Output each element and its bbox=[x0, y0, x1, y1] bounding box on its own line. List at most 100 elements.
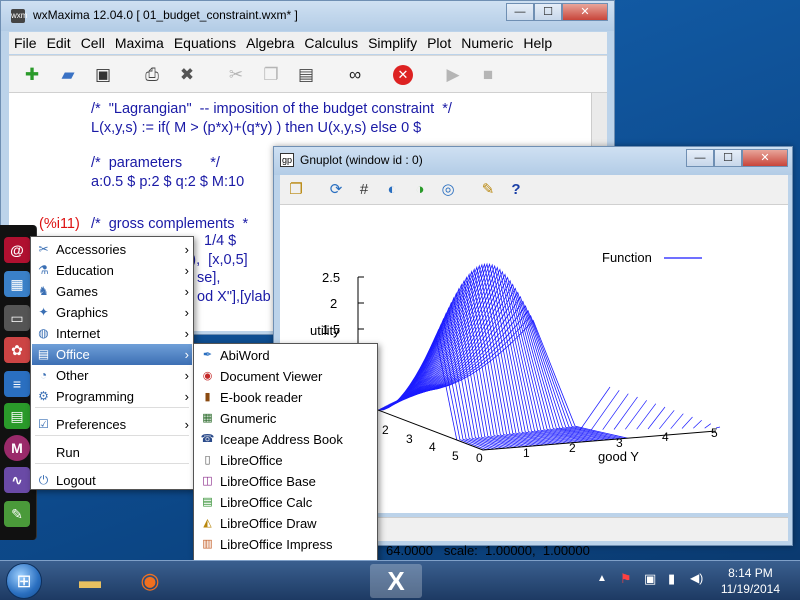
paste-icon[interactable]: ▤ bbox=[295, 64, 317, 86]
save-icon[interactable]: ▣ bbox=[92, 64, 114, 86]
submenu-item[interactable]: ▤ LibreOffice Calc bbox=[195, 492, 377, 513]
grid-icon[interactable]: # bbox=[354, 180, 374, 200]
menu-cell[interactable]: Cell bbox=[76, 32, 110, 54]
settings-tools-icon[interactable]: ✖ bbox=[176, 64, 198, 86]
menu-simplify[interactable]: Simplify bbox=[363, 32, 422, 54]
submenu-arrow-icon: › bbox=[184, 305, 189, 320]
autoscale-icon[interactable]: ◎ bbox=[438, 180, 458, 200]
menu-item-accessories[interactable]: ✂ Accessories › bbox=[32, 239, 192, 260]
monitor-icon[interactable]: ▭ bbox=[4, 305, 30, 331]
submenu-item[interactable]: ☎ Iceape Address Book bbox=[195, 429, 377, 450]
submenu-arrow-icon: › bbox=[184, 242, 189, 257]
menu-equations[interactable]: Equations bbox=[169, 32, 241, 54]
menu-item-run[interactable]: Run bbox=[32, 442, 192, 463]
menu-help[interactable]: Help bbox=[518, 32, 557, 54]
package-icon[interactable]: ✿ bbox=[4, 337, 30, 363]
x-server-icon[interactable]: X bbox=[370, 564, 422, 598]
minimize-button[interactable]: — bbox=[506, 3, 534, 21]
copy-icon[interactable]: ❐ bbox=[260, 64, 282, 86]
menu-numeric[interactable]: Numeric bbox=[456, 32, 518, 54]
print-icon[interactable]: ⎙ bbox=[141, 64, 163, 86]
wxmaxima-toolbar: ✚ ▰ ▣ ⎙ ✖ ✂ ❐ ▤ ∞ ✕ ▶ ■ bbox=[9, 55, 607, 93]
windows-start-orb-icon[interactable]: ⊞ bbox=[6, 563, 42, 599]
menu-calculus[interactable]: Calculus bbox=[299, 32, 363, 54]
maxima-icon[interactable]: M bbox=[4, 435, 30, 461]
submenu-item-label: AbiWord bbox=[220, 348, 270, 363]
gnuplot-titlebar[interactable]: gp Gnuplot (window id : 0) — ☐ ✕ bbox=[274, 147, 792, 175]
office-submenu: ✒ AbiWord ◉ Document Viewer ▮ E-book reader ▦ G… bbox=[193, 343, 378, 595]
menu-item-programming[interactable]: ⚙ Programming › bbox=[32, 386, 192, 407]
volume-icon[interactable]: ◀) bbox=[690, 571, 703, 585]
submenu-item[interactable]: ✒ AbiWord bbox=[195, 345, 377, 366]
stop-animation-icon[interactable]: ■ bbox=[477, 64, 499, 86]
menu-maxima[interactable]: Maxima bbox=[110, 32, 169, 54]
menu-item-internet[interactable]: ◍ Internet › bbox=[32, 323, 192, 344]
help-icon[interactable]: ? bbox=[506, 180, 526, 200]
close-button[interactable]: ✕ bbox=[742, 149, 788, 167]
zoom-previous-icon[interactable]: ◐ bbox=[382, 180, 402, 200]
menu-plot[interactable]: Plot bbox=[422, 32, 456, 54]
submenu-item[interactable]: ◭ LibreOffice Draw bbox=[195, 513, 377, 534]
debian-swirl-icon[interactable]: @ bbox=[4, 237, 30, 263]
action-center-flag-icon[interactable]: ⚑ bbox=[620, 571, 632, 587]
play-icon[interactable]: ▶ bbox=[442, 64, 464, 86]
libreoffice-icon: ▯ bbox=[204, 454, 211, 466]
submenu-arrow-icon: › bbox=[184, 389, 189, 404]
x-tick-label: 4 bbox=[429, 440, 436, 454]
office-icon: ▤ bbox=[37, 347, 50, 361]
wxmaxima-titlebar[interactable]: wxm wxMaxima 12.04.0 [ 01_budget_constra… bbox=[1, 1, 614, 31]
interrupt-stop-icon[interactable]: ✕ bbox=[393, 65, 413, 85]
submenu-item[interactable]: ◉ Document Viewer bbox=[195, 366, 377, 387]
accessories-icon: ✂ bbox=[38, 242, 49, 256]
menu-item-graphics[interactable]: ✦ Graphics › bbox=[32, 302, 192, 323]
replot-icon[interactable]: ⟳ bbox=[326, 180, 346, 200]
network-signal-icon[interactable]: ▮ bbox=[668, 571, 675, 587]
maximize-button[interactable]: ☐ bbox=[714, 149, 742, 167]
gnuplot-toolbar: ❐ ⟳ # ◐ ◑ ◎ ✎ ? bbox=[280, 175, 788, 205]
menu-edit[interactable]: Edit bbox=[42, 32, 76, 54]
show-hidden-icons-arrow[interactable]: ▲ bbox=[597, 573, 607, 584]
find-binoculars-icon[interactable]: ∞ bbox=[344, 64, 366, 86]
spreadsheet-icon[interactable]: ▤ bbox=[4, 403, 30, 429]
emacs-icon[interactable]: ∿ bbox=[4, 467, 30, 493]
menu-item-logout[interactable]: ⏻ Logout bbox=[32, 470, 192, 491]
writer-document-icon[interactable]: ≡ bbox=[4, 371, 30, 397]
menu-item-games[interactable]: ♞ Games › bbox=[32, 281, 192, 302]
display-icon[interactable]: ▣ bbox=[644, 571, 656, 587]
submenu-item[interactable]: ◫ LibreOffice Base bbox=[195, 471, 377, 492]
menu-file[interactable]: File bbox=[9, 32, 42, 54]
submenu-item[interactable]: ▦ Gnumeric bbox=[195, 408, 377, 429]
menu-item-office[interactable]: ▤ Office › bbox=[32, 344, 192, 365]
code-line: se], bbox=[197, 270, 221, 286]
configure-icon[interactable]: ✎ bbox=[478, 180, 498, 200]
libreoffice-draw-icon: ◭ bbox=[203, 517, 212, 529]
submenu-item[interactable]: ▯ LibreOffice bbox=[195, 450, 377, 471]
pen-tool-icon[interactable]: ✎ bbox=[4, 501, 30, 527]
menu-item-other[interactable]: ◔ Other › bbox=[32, 365, 192, 386]
floor-mesh-line bbox=[591, 390, 620, 431]
close-button[interactable]: ✕ bbox=[562, 3, 608, 21]
file-manager-icon[interactable]: ▦ bbox=[4, 271, 30, 297]
submenu-item-label: LibreOffice bbox=[220, 453, 283, 468]
submenu-item[interactable]: ▮ E-book reader bbox=[195, 387, 377, 408]
menu-item-preferences[interactable]: ☑ Preferences › bbox=[32, 414, 192, 435]
cut-icon[interactable]: ✂ bbox=[225, 64, 247, 86]
code-line: L(x,y,s) := if( M > (p*x)+(q*y) ) then U… bbox=[91, 120, 422, 136]
menu-algebra[interactable]: Algebra bbox=[241, 32, 299, 54]
firefox-icon[interactable]: ◉ bbox=[124, 564, 176, 598]
new-document-icon[interactable]: ✚ bbox=[21, 64, 43, 86]
submenu-item-label: Iceape Address Book bbox=[220, 432, 343, 447]
copy-clipboard-icon[interactable]: ❐ bbox=[286, 180, 306, 200]
zoom-next-icon[interactable]: ◑ bbox=[410, 180, 430, 200]
submenu-item[interactable]: ▥ LibreOffice Impress bbox=[195, 534, 377, 555]
explorer-folder-icon[interactable]: ▬ bbox=[64, 564, 116, 598]
desktop: wxm wxMaxima 12.04.0 [ 01_budget_constra… bbox=[0, 0, 800, 595]
clock[interactable]: 8:14 PM 11/19/2014 bbox=[721, 565, 780, 597]
menu-item-education[interactable]: ⚗ Education › bbox=[32, 260, 192, 281]
y-tick-label: 4 bbox=[662, 430, 669, 444]
maximize-button[interactable]: ☐ bbox=[534, 3, 562, 21]
minimize-button[interactable]: — bbox=[686, 149, 714, 167]
y-tick-label: 2 bbox=[569, 441, 576, 455]
menu-item-label: Accessories bbox=[56, 242, 127, 257]
open-folder-icon[interactable]: ▰ bbox=[57, 64, 79, 86]
